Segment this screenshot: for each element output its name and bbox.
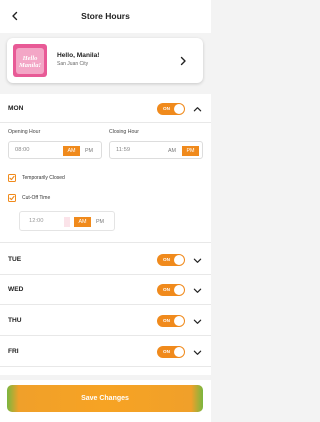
checkmark-icon (9, 195, 15, 201)
day-label: FRI (8, 348, 19, 355)
page-title: Store Hours (81, 11, 130, 21)
toggle-label: ON (163, 257, 170, 262)
toggle-knob (174, 347, 184, 357)
store-logo: Hello Manila! (13, 44, 47, 77)
cutoff-am-button[interactable]: AM (74, 217, 91, 227)
day-row-mon[interactable]: MON ON (0, 98, 211, 120)
opening-hour-field[interactable]: 08:00 AM PM (8, 141, 102, 159)
cutoff-pm-button[interactable]: PM (93, 217, 107, 227)
toggle-knob (174, 255, 184, 265)
store-card[interactable]: Hello Manila! Hello, Manila! San Juan Ci… (7, 38, 203, 83)
temporarily-closed-checkbox[interactable] (8, 174, 16, 182)
svg-text:Hello: Hello (22, 55, 39, 62)
closing-am-button[interactable]: AM (165, 146, 179, 156)
divider (0, 274, 211, 275)
store-logo-badge: Hello Manila! (16, 47, 44, 74)
day-label: MON (8, 105, 24, 112)
temporarily-closed-label: Temporarily Closed (22, 175, 65, 181)
chevron-up-icon[interactable] (193, 105, 202, 114)
opening-am-button[interactable]: AM (63, 146, 80, 156)
divider (0, 335, 211, 336)
chevron-down-icon[interactable] (193, 256, 202, 265)
footer-bar: Save Changes (0, 380, 211, 422)
closing-hour-field[interactable]: 11:59 AM PM (109, 141, 203, 159)
day-label: TUE (8, 256, 22, 263)
toggle-label: ON (163, 106, 170, 111)
header-bar: Store Hours (0, 0, 211, 33)
toggle-knob (174, 104, 184, 114)
divider (0, 242, 211, 243)
day-row-wed[interactable]: WED ON (0, 279, 211, 301)
day-row-fri[interactable]: FRI ON (0, 341, 211, 363)
store-logo-lettering: Hello Manila! (18, 55, 41, 69)
cutoff-time-label: Cut-Off Time (22, 195, 51, 201)
toggle-label: ON (163, 349, 170, 354)
closing-time-value: 11:59 (116, 147, 131, 153)
chevron-down-icon[interactable] (193, 286, 202, 295)
closing-pm-button[interactable]: PM (182, 146, 199, 156)
opening-time-value: 08:00 (15, 147, 30, 153)
day-toggle-mon[interactable]: ON (157, 103, 185, 115)
checkmark-icon (9, 175, 15, 181)
day-row-tue[interactable]: TUE ON (0, 249, 211, 271)
opening-pm-button[interactable]: PM (82, 146, 96, 156)
store-city: San Juan City (57, 61, 89, 67)
day-label: WED (8, 286, 24, 293)
day-toggle-tue[interactable]: ON (157, 254, 185, 266)
divider (0, 304, 211, 305)
divider (0, 366, 211, 367)
chevron-right-icon[interactable] (178, 56, 188, 66)
svg-text:Manila!: Manila! (18, 62, 41, 69)
chevron-down-icon[interactable] (193, 317, 202, 326)
cutoff-separator (64, 217, 70, 227)
save-changes-button[interactable]: Save Changes (7, 385, 203, 412)
day-toggle-thu[interactable]: ON (157, 315, 185, 327)
cutoff-time-value: 12:00 (29, 218, 44, 224)
days-list: MON ON Opening Hour Closing Hour 08:00 A… (0, 94, 211, 375)
divider (0, 122, 211, 123)
day-row-thu[interactable]: THU ON (0, 310, 211, 332)
cutoff-time-checkbox[interactable] (8, 194, 16, 202)
closing-hour-label: Closing Hour (109, 129, 139, 135)
cutoff-time-field[interactable]: 12:00 AM PM (19, 211, 115, 231)
opening-hour-label: Opening Hour (8, 129, 41, 135)
chevron-down-icon[interactable] (193, 348, 202, 357)
store-name: Hello, Manila! (57, 52, 100, 59)
toggle-knob (174, 316, 184, 326)
toggle-label: ON (163, 318, 170, 323)
day-toggle-wed[interactable]: ON (157, 284, 185, 296)
toggle-label: ON (163, 287, 170, 292)
toggle-knob (174, 285, 184, 295)
day-label: THU (8, 317, 22, 324)
day-toggle-fri[interactable]: ON (157, 346, 185, 358)
